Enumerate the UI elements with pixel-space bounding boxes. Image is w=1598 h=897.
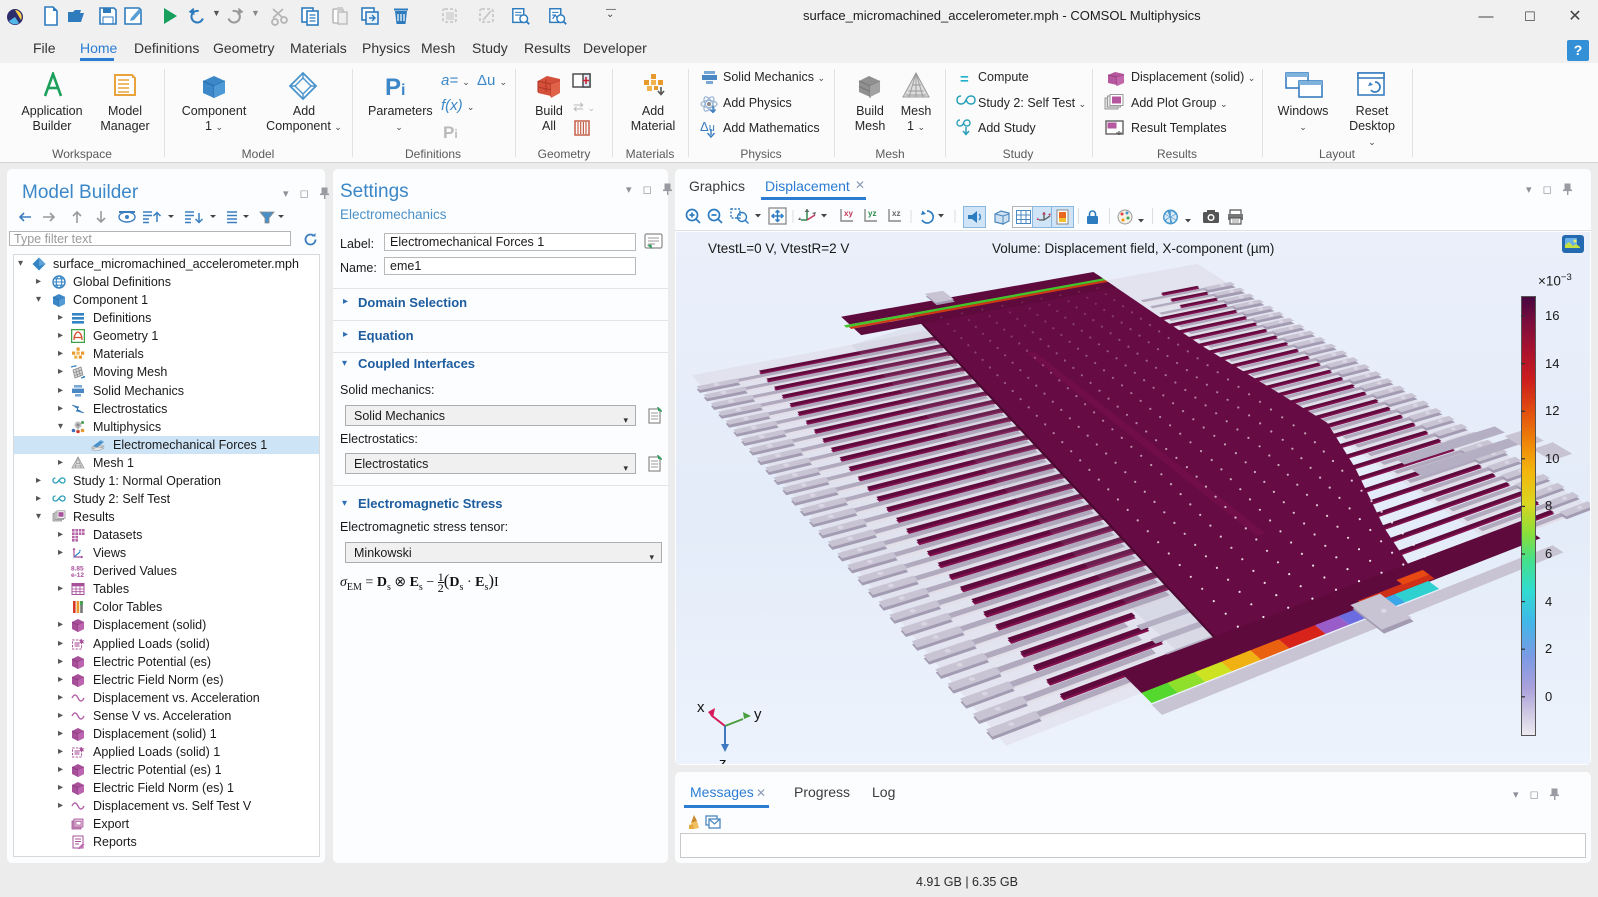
svg-text:x: x bbox=[697, 699, 705, 716]
svg-text:xz: xz bbox=[892, 209, 900, 218]
svg-text:z: z bbox=[719, 755, 727, 764]
svg-text:xy: xy bbox=[844, 209, 853, 218]
svg-text:yz: yz bbox=[868, 209, 876, 218]
svg-text:y: y bbox=[754, 706, 762, 723]
